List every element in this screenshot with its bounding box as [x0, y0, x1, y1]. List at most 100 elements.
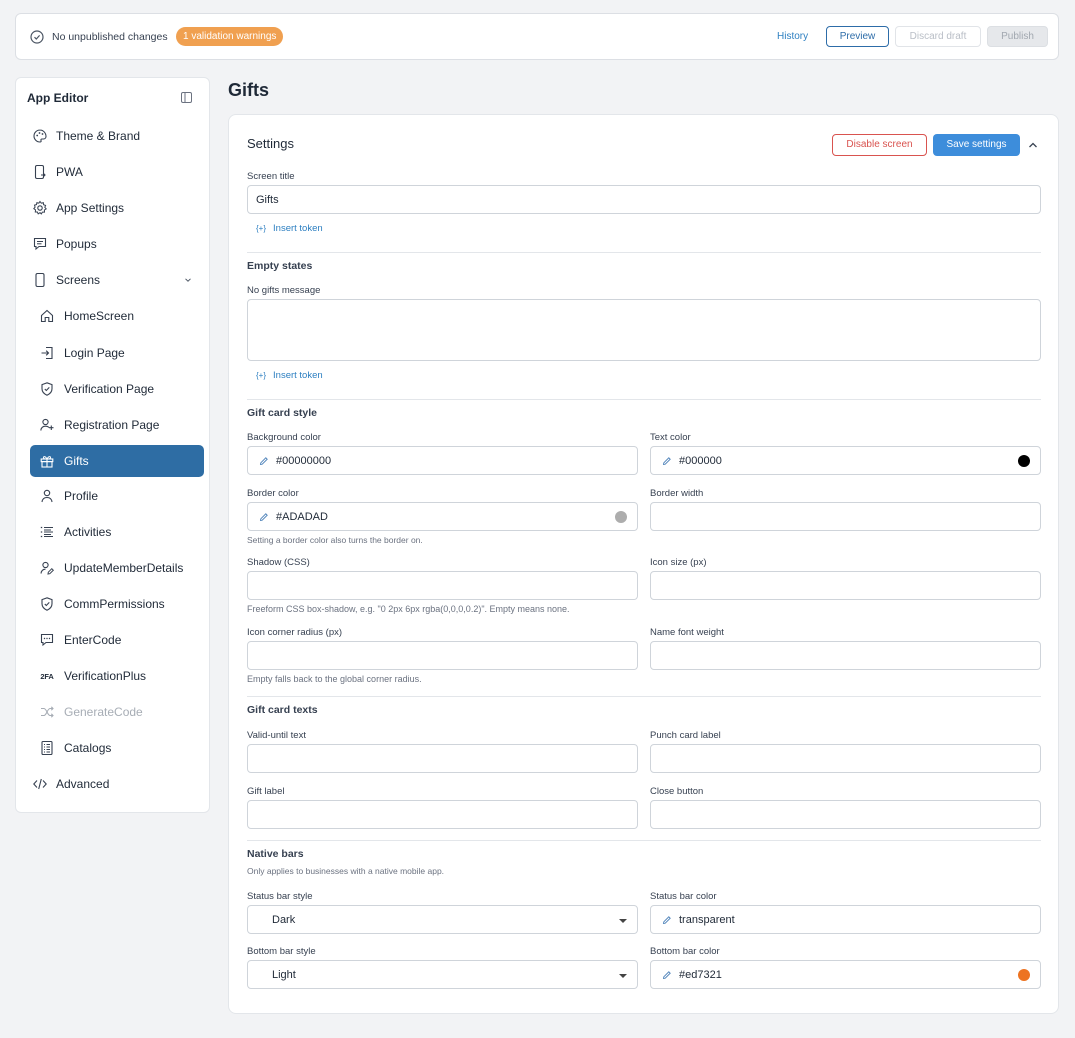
border-color-input[interactable]: #ADADAD	[247, 502, 638, 531]
status-bar-color-input[interactable]: transparent	[650, 905, 1041, 934]
text-color-label: Text color	[650, 432, 691, 443]
sidebar-item-profile[interactable]: Profile	[30, 480, 204, 512]
shield-icon	[41, 597, 53, 611]
sidebar-item-theme-brand[interactable]: Theme & Brand	[30, 120, 204, 152]
sidebar-item-commpermissions[interactable]: CommPermissions	[30, 588, 204, 620]
divider	[247, 252, 1041, 253]
color-swatch[interactable]	[615, 511, 627, 523]
publish-button[interactable]: Publish	[987, 26, 1048, 47]
user-edit-icon	[40, 561, 55, 575]
sidebar-item-screens[interactable]: Screens	[30, 264, 204, 296]
sidebar-item-label: GenerateCode	[64, 705, 143, 719]
background-color-input[interactable]: #00000000	[247, 446, 638, 475]
icon-size-input[interactable]	[650, 571, 1041, 600]
divider	[247, 399, 1041, 400]
user-icon	[41, 489, 53, 503]
border-width-input[interactable]	[650, 502, 1041, 531]
border-width-label: Border width	[650, 488, 704, 499]
gift-label-input[interactable]	[247, 800, 638, 829]
punch-card-input[interactable]	[650, 744, 1041, 773]
history-link[interactable]: History	[777, 31, 808, 42]
save-settings-button[interactable]: Save settings	[933, 134, 1020, 156]
validation-warning-badge[interactable]: 1 validation warnings	[176, 27, 284, 46]
gift-icon	[40, 456, 54, 468]
status-bar-style-select[interactable]: Dark	[247, 905, 638, 934]
divider	[247, 840, 1041, 841]
chevron-up-icon[interactable]	[1027, 139, 1039, 151]
sidebar-item-verificationplus[interactable]: 2FA VerificationPlus	[30, 660, 204, 692]
shadow-input[interactable]	[247, 571, 638, 600]
shield-icon	[41, 382, 53, 396]
sidebar-item-login-page[interactable]: Login Page	[30, 337, 204, 369]
user-plus-icon	[40, 418, 54, 431]
screen-title-input[interactable]: Gifts	[247, 185, 1041, 214]
sidebar-item-label: Theme & Brand	[56, 129, 141, 143]
bottom-bar-style-label: Bottom bar style	[247, 946, 316, 957]
insert-token-button[interactable]: {+} Insert token	[256, 370, 323, 381]
color-swatch[interactable]	[1018, 969, 1030, 981]
name-font-weight-label: Name font weight	[650, 627, 724, 638]
sidebar-item-advanced[interactable]: Advanced	[30, 768, 204, 800]
empty-states-heading: Empty states	[247, 260, 313, 272]
close-button-input[interactable]	[650, 800, 1041, 829]
sidebar-item-catalogs[interactable]: Catalogs	[30, 732, 204, 764]
native-bars-heading: Native bars	[247, 848, 304, 860]
bottom-bar-style-select[interactable]: Light	[247, 960, 638, 989]
chat-code-icon	[40, 633, 54, 647]
sidebar-item-generatecode[interactable]: GenerateCode	[30, 696, 204, 728]
chevron-down-icon	[185, 278, 191, 282]
sidebar-item-popups[interactable]: Popups	[30, 228, 204, 260]
sidebar-item-label: UpdateMemberDetails	[64, 561, 184, 575]
border-color-label: Border color	[247, 488, 299, 499]
gift-label-label: Gift label	[247, 786, 285, 797]
sidebar-item-gifts[interactable]: Gifts	[30, 445, 204, 477]
list-icon	[40, 526, 53, 538]
sidebar-item-label: Login Page	[64, 346, 125, 360]
sidebar-item-label: Verification Page	[64, 382, 155, 396]
sidebar-item-label: Gifts	[64, 454, 89, 468]
sidebar-item-entercode[interactable]: EnterCode	[30, 624, 204, 656]
sidebar-collapse-icon[interactable]	[180, 91, 193, 104]
insert-token-button[interactable]: {+} Insert token	[256, 223, 323, 234]
sidebar-item-verification-page[interactable]: Verification Page	[30, 373, 204, 405]
color-swatch[interactable]	[1018, 455, 1030, 467]
status-bar-color-label: Status bar color	[650, 891, 717, 902]
sidebar-item-updatememberdetails[interactable]: UpdateMemberDetails	[30, 552, 204, 584]
phone-icon	[35, 272, 45, 288]
pencil-icon	[259, 456, 268, 465]
message-icon	[33, 237, 47, 251]
no-gifts-message-textarea[interactable]	[247, 299, 1041, 361]
insert-token-icon: {+}	[256, 224, 267, 233]
sidebar-item-label: Catalogs	[64, 741, 112, 755]
status-bar-style-label: Status bar style	[247, 891, 313, 902]
close-button-label: Close button	[650, 786, 704, 797]
pencil-icon	[662, 456, 671, 465]
sidebar-item-label: EnterCode	[64, 633, 122, 647]
punch-card-label: Punch card label	[650, 730, 721, 741]
pencil-icon	[662, 970, 671, 979]
bottom-bar-color-label: Bottom bar color	[650, 946, 720, 957]
disable-screen-button[interactable]: Disable screen	[832, 134, 927, 156]
bottom-bar-color-input[interactable]: #ed7321	[650, 960, 1041, 989]
dropdown-caret-icon	[619, 919, 627, 923]
sidebar-item-registration-page[interactable]: Registration Page	[30, 409, 204, 441]
pencil-icon	[662, 915, 671, 924]
gift-card-style-heading: Gift card style	[247, 407, 318, 419]
valid-until-input[interactable]	[247, 744, 638, 773]
settings-card: Settings Disable screen Save settings Sc…	[228, 114, 1059, 1014]
sidebar-item-homescreen[interactable]: HomeScreen	[30, 300, 204, 332]
sidebar-item-app-settings[interactable]: App Settings	[30, 192, 204, 224]
sidebar-item-label: App Settings	[56, 201, 125, 215]
login-icon	[41, 346, 53, 360]
text-color-input[interactable]: #000000	[650, 446, 1041, 475]
discard-draft-button[interactable]: Discard draft	[895, 26, 981, 47]
status-text: No unpublished changes	[52, 31, 168, 43]
gift-card-texts-heading: Gift card texts	[247, 704, 318, 716]
screen-title-label: Screen title	[247, 171, 295, 182]
sidebar-item-pwa[interactable]: PWA	[30, 156, 204, 188]
name-font-weight-input[interactable]	[650, 641, 1041, 670]
preview-button[interactable]: Preview	[826, 26, 889, 47]
icon-corner-radius-input[interactable]	[247, 641, 638, 670]
sidebar-item-activities[interactable]: Activities	[30, 516, 204, 548]
shadow-hint: Freeform CSS box-shadow, e.g. "0 2px 6px…	[247, 604, 570, 614]
